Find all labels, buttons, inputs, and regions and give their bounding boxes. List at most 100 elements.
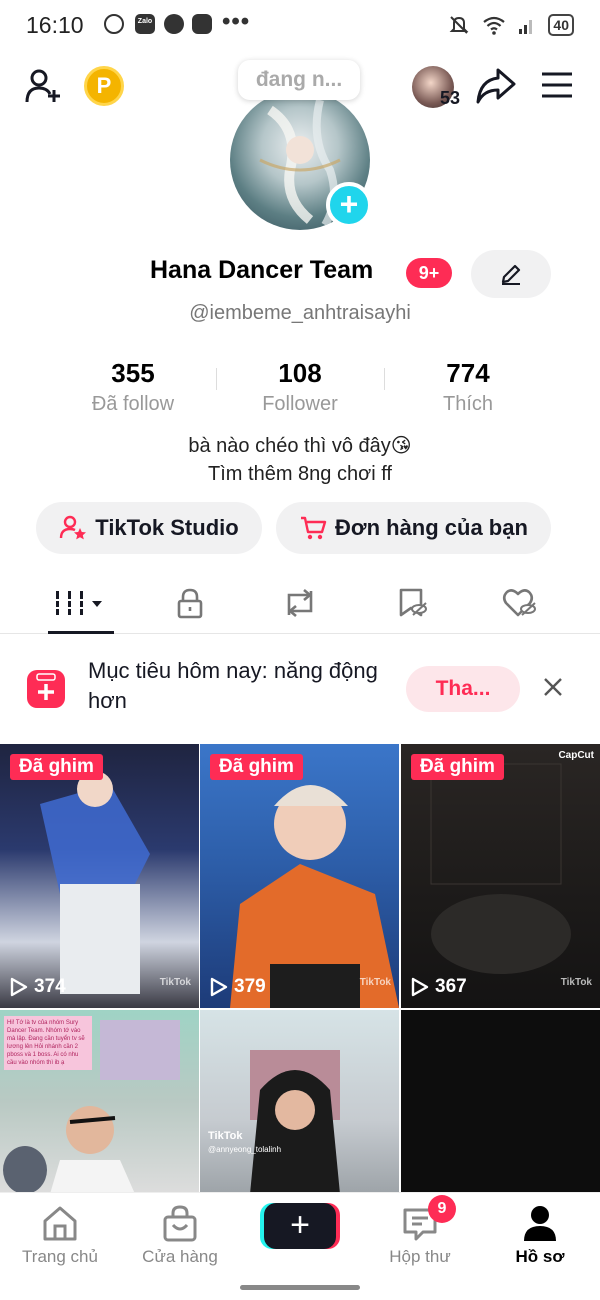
status-bubble[interactable]: đang n... bbox=[238, 60, 360, 100]
home-indicator[interactable] bbox=[240, 1285, 360, 1290]
nav-home[interactable]: Trang chủ bbox=[0, 1203, 120, 1267]
video-author-handle: @annyeong_tolalinh bbox=[208, 1145, 282, 1154]
threads-icon bbox=[104, 14, 124, 34]
signal-icon bbox=[519, 20, 533, 34]
add-friend-icon[interactable] bbox=[24, 66, 64, 106]
stat-divider bbox=[216, 368, 217, 390]
video-thumbnail[interactable] bbox=[401, 1010, 600, 1194]
pencil-icon bbox=[501, 264, 521, 285]
videos-grid-icon bbox=[56, 591, 102, 615]
video-thumbnail[interactable]: Đã ghim CapCut TikTok 367 bbox=[401, 744, 600, 1008]
mute-icon bbox=[450, 16, 469, 34]
battery-indicator: 40 bbox=[548, 14, 574, 36]
edit-profile-button[interactable] bbox=[471, 250, 551, 298]
view-count-value: 367 bbox=[435, 976, 467, 997]
plus-icon bbox=[36, 673, 56, 700]
stat-followers[interactable]: 108 Follower bbox=[220, 358, 380, 416]
daily-goal-banner: Mục tiêu hôm nay: năng động hơn Tha... bbox=[0, 640, 600, 736]
bottom-nav: Trang chủ Cửa hàng + Hộp thư 9 Hồ sơ bbox=[0, 1192, 600, 1300]
view-count-value: 374 bbox=[34, 976, 66, 997]
stat-label: Thích bbox=[442, 393, 494, 415]
stat-divider bbox=[384, 368, 385, 390]
nav-profile[interactable]: Hồ sơ bbox=[480, 1203, 600, 1267]
status-bar: 16:10 Zalo ••• 40 bbox=[0, 0, 600, 50]
nav-label: Cửa hàng bbox=[142, 1247, 218, 1266]
profile-stats: 355 Đã follow 108 Follower 774 Thích bbox=[0, 358, 600, 418]
add-avatar-button[interactable]: + bbox=[326, 182, 372, 228]
nav-shop[interactable]: Cửa hàng bbox=[120, 1203, 240, 1267]
video-thumbnail[interactable]: TikTok @annyeong_tolalinh bbox=[200, 1010, 399, 1194]
wifi-icon bbox=[483, 16, 506, 35]
status-time: 16:10 bbox=[26, 12, 84, 38]
studio-icon bbox=[60, 515, 87, 540]
nav-label: Hồ sơ bbox=[515, 1247, 565, 1266]
play-icon bbox=[10, 977, 28, 997]
tab-private[interactable] bbox=[150, 572, 230, 634]
singer-figure bbox=[230, 785, 399, 1008]
name-badge[interactable]: 9+ bbox=[406, 258, 452, 288]
nav-label: Hộp thư bbox=[389, 1247, 451, 1266]
more-notifications-icon: ••• bbox=[222, 8, 251, 35]
stat-value: 355 bbox=[111, 358, 155, 388]
studio-label: TikTok Studio bbox=[95, 515, 239, 540]
shop-bag-icon bbox=[163, 1205, 197, 1242]
pinned-badge: Đã ghim bbox=[411, 754, 504, 780]
tab-videos[interactable] bbox=[40, 572, 120, 634]
video-thumbnail[interactable]: Đã ghim TikTok 379 bbox=[200, 744, 399, 1008]
stat-label: Đã follow bbox=[91, 393, 175, 415]
menu-icon[interactable] bbox=[540, 70, 574, 100]
play-icon bbox=[210, 977, 228, 997]
inbox-badge: 9 bbox=[428, 1195, 456, 1223]
stat-value: 108 bbox=[278, 358, 322, 388]
goal-text: Mục tiêu hôm nay: năng động hơn bbox=[88, 658, 378, 713]
nav-inbox[interactable]: Hộp thư bbox=[360, 1203, 480, 1267]
tiktok-watermark: TikTok bbox=[359, 977, 391, 988]
cat-app-icon bbox=[192, 14, 212, 34]
stat-value: 774 bbox=[446, 358, 490, 388]
pinned-badge: Đã ghim bbox=[10, 754, 103, 780]
tiktok-studio-button[interactable]: TikTok Studio bbox=[36, 502, 262, 554]
stat-label: Follower bbox=[262, 393, 338, 415]
lock-icon bbox=[177, 588, 203, 619]
create-button[interactable]: + bbox=[264, 1203, 336, 1249]
messenger-icon bbox=[164, 14, 184, 34]
goal-plus-icon bbox=[27, 670, 65, 708]
capcut-watermark: CapCut bbox=[558, 750, 594, 761]
view-count: 379 bbox=[210, 976, 266, 998]
share-icon[interactable] bbox=[474, 66, 518, 106]
person-figure bbox=[3, 1020, 180, 1194]
dark-scene bbox=[430, 763, 571, 974]
tab-reposts[interactable] bbox=[260, 572, 340, 634]
orders-label: Đơn hàng của bạn bbox=[335, 515, 528, 540]
stat-following[interactable]: 355 Đã follow bbox=[53, 358, 213, 416]
video-thumbnail[interactable]: Hi! Tớ là tv của nhóm Sury Dancer Team. … bbox=[0, 1010, 199, 1194]
status-right: 40 bbox=[448, 13, 574, 37]
active-tab-indicator bbox=[48, 631, 114, 634]
dancer-figure bbox=[40, 771, 150, 994]
tiktok-watermark: TikTok bbox=[560, 977, 592, 988]
cart-icon bbox=[301, 516, 327, 540]
play-icon bbox=[411, 977, 429, 997]
tiktok-watermark: TikTok bbox=[208, 1130, 243, 1142]
profile-bio[interactable]: bà nào chéo thì vô đây😘 Tìm thêm 8ng chơ… bbox=[0, 432, 600, 488]
person-figure bbox=[250, 1050, 340, 1194]
repost-icon bbox=[287, 589, 313, 617]
view-count: 374 bbox=[10, 976, 66, 998]
home-icon bbox=[43, 1206, 77, 1241]
coin-icon[interactable]: P bbox=[84, 66, 124, 106]
heart-hidden-icon bbox=[502, 589, 536, 617]
video-grid: Đã ghim TikTok 374 Đã ghim TikTok 379 Đã… bbox=[0, 744, 600, 1194]
tab-favorites[interactable] bbox=[372, 572, 452, 634]
pinned-badge: Đã ghim bbox=[210, 754, 303, 780]
account-count: 53 bbox=[440, 88, 461, 108]
orders-button[interactable]: Đơn hàng của bạn bbox=[276, 502, 551, 554]
tab-liked[interactable] bbox=[480, 572, 560, 634]
close-icon[interactable] bbox=[540, 674, 566, 700]
goal-action-button[interactable]: Tha... bbox=[406, 666, 520, 712]
video-thumbnail[interactable]: Đã ghim TikTok 374 bbox=[0, 744, 199, 1008]
bookmark-hidden-icon bbox=[399, 588, 427, 617]
bio-line: Tìm thêm 8ng chơi ff bbox=[208, 463, 392, 485]
stat-likes[interactable]: 774 Thích bbox=[388, 358, 548, 416]
profile-icon bbox=[524, 1206, 556, 1241]
view-count: 367 bbox=[411, 976, 467, 998]
